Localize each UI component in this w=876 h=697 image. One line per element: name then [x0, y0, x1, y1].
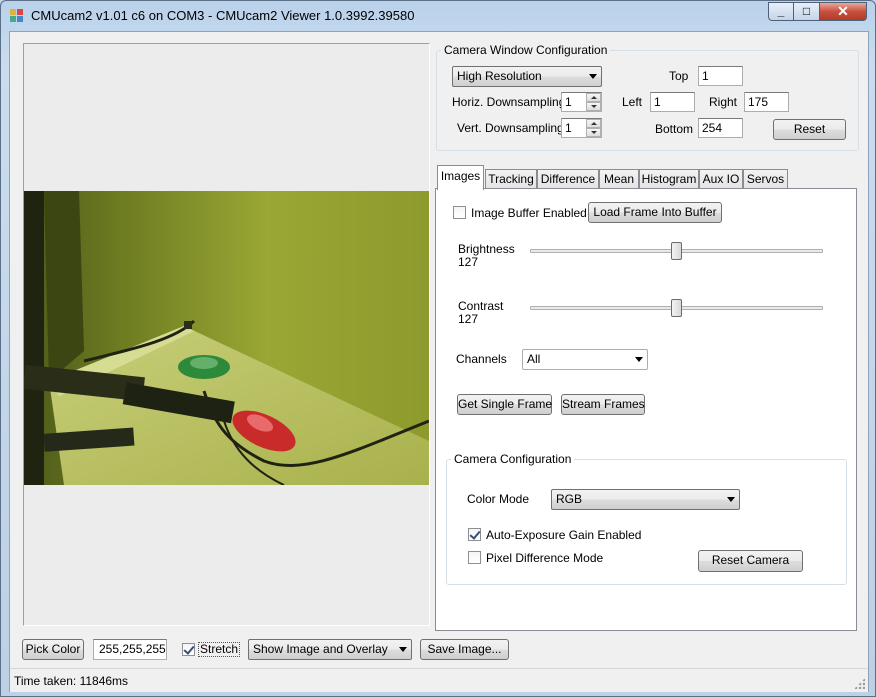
vert-downsampling-value: 1 [565, 121, 572, 135]
pixel-difference-label[interactable]: Pixel Difference Mode [486, 551, 603, 565]
tab-aux-io[interactable]: Aux IO [699, 169, 743, 189]
pick-color-button[interactable]: Pick Color [22, 639, 84, 660]
close-button[interactable]: ✕ [820, 2, 867, 21]
get-single-frame-button[interactable]: Get Single Frame [457, 394, 552, 415]
channels-label: Channels [456, 352, 507, 366]
horiz-downsampling-value: 1 [565, 95, 572, 109]
display-mode-select[interactable]: Show Image and Overlay [248, 639, 412, 660]
save-image-button[interactable]: Save Image... [420, 639, 509, 660]
chevron-down-icon [635, 357, 643, 362]
tab-difference[interactable]: Difference [537, 169, 599, 189]
status-bar: Time taken: 11846ms [10, 668, 868, 692]
right-input[interactable]: 175 [744, 92, 789, 112]
image-buffer-label[interactable]: Image Buffer Enabled [471, 206, 587, 220]
group-title: Camera Configuration [451, 452, 575, 466]
color-mode-label: Color Mode [467, 492, 530, 506]
auto-exposure-label[interactable]: Auto-Exposure Gain Enabled [486, 528, 641, 542]
brightness-label: Brightness [458, 242, 515, 256]
app-icon [10, 9, 24, 23]
auto-exposure-checkbox[interactable] [468, 528, 481, 541]
chevron-down-icon [399, 647, 407, 652]
camera-image[interactable] [24, 191, 429, 485]
channels-value: All [527, 352, 541, 366]
resolution-select[interactable]: High Resolution [452, 66, 602, 87]
tab-servos[interactable]: Servos [743, 169, 788, 189]
chevron-down-icon [589, 74, 597, 79]
images-tab-page: Image Buffer Enabled Load Frame Into Buf… [435, 188, 857, 631]
bottom-input[interactable]: 254 [698, 118, 743, 138]
right-label: Right [709, 95, 738, 109]
title-bar[interactable]: CMUcam2 v1.01 c6 on COM3 - CMUcam2 Viewe… [1, 1, 875, 31]
minimize-button[interactable]: _ [768, 2, 794, 21]
contrast-label: Contrast [458, 299, 504, 313]
color-value-field[interactable]: 255,255,255 [93, 639, 167, 660]
vert-downsampling-stepper[interactable]: 1 [561, 118, 602, 138]
image-buffer-checkbox[interactable] [453, 206, 466, 219]
spin-up-icon[interactable] [586, 119, 601, 128]
color-mode-value: RGB [556, 492, 583, 506]
horiz-downsampling-label: Horiz. Downsampling [452, 95, 566, 109]
vert-downsampling-label: Vert. Downsampling [457, 121, 564, 135]
channels-select[interactable]: All [522, 349, 648, 370]
bottom-label: Bottom [655, 122, 694, 136]
left-input[interactable]: 1 [650, 92, 695, 112]
tab-histogram[interactable]: Histogram [639, 169, 699, 189]
main-client-area: Camera Window Configuration High Resolut… [9, 31, 869, 692]
tab-images[interactable]: Images [437, 165, 484, 190]
stretch-label[interactable]: Stretch [198, 642, 241, 657]
spin-down-icon[interactable] [586, 102, 601, 111]
stretch-checkbox[interactable] [182, 643, 195, 656]
image-display-panel[interactable] [23, 43, 430, 626]
top-input[interactable]: 1 [698, 66, 743, 86]
spin-down-icon[interactable] [586, 128, 601, 137]
close-icon: ✕ [837, 3, 849, 19]
display-mode-value: Show Image and Overlay [253, 642, 388, 656]
status-text: Time taken: 11846ms [14, 674, 129, 688]
window-title: CMUcam2 v1.01 c6 on COM3 - CMUcam2 Viewe… [31, 8, 415, 23]
top-label: Top [669, 69, 689, 83]
maximize-icon: □ [802, 4, 811, 18]
camera-frame-svg [24, 191, 429, 485]
resolution-value: High Resolution [457, 69, 542, 83]
tab-mean[interactable]: Mean [599, 169, 639, 189]
resize-grip-icon[interactable] [854, 678, 865, 689]
minimize-icon: _ [777, 4, 785, 18]
reset-button[interactable]: Reset [773, 119, 846, 140]
contrast-slider-thumb[interactable] [670, 299, 682, 317]
pixel-difference-checkbox[interactable] [468, 551, 481, 564]
tab-tracking[interactable]: Tracking [485, 169, 537, 189]
spin-up-icon[interactable] [586, 93, 601, 102]
contrast-value: 127 [458, 312, 479, 326]
brightness-slider-thumb[interactable] [670, 242, 682, 260]
app-window: CMUcam2 v1.01 c6 on COM3 - CMUcam2 Viewe… [0, 0, 876, 697]
reset-camera-button[interactable]: Reset Camera [698, 550, 803, 572]
chevron-down-icon [727, 497, 735, 502]
left-label: Left [622, 95, 643, 109]
maximize-button[interactable]: □ [794, 2, 820, 21]
color-mode-select[interactable]: RGB [551, 489, 740, 510]
stream-frames-button[interactable]: Stream Frames [561, 394, 645, 415]
load-frame-button[interactable]: Load Frame Into Buffer [588, 202, 722, 223]
group-title: Camera Window Configuration [441, 43, 611, 57]
horiz-downsampling-stepper[interactable]: 1 [561, 92, 602, 112]
brightness-value: 127 [458, 255, 479, 269]
